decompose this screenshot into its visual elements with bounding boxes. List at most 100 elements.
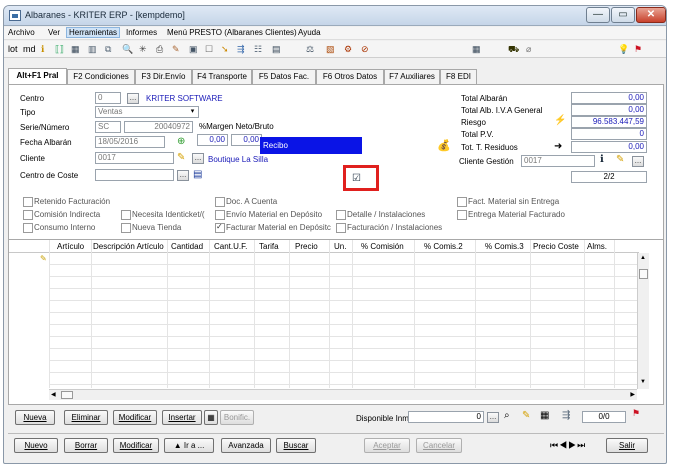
recibo-field[interactable]: Recibo [260, 137, 362, 154]
cancelar-button[interactable]: Cancelar [416, 438, 462, 453]
insertar-linea-button[interactable]: Insertar [162, 410, 202, 425]
asterisk-icon[interactable]: ✳ [139, 43, 147, 56]
salir-button[interactable]: Salir [606, 438, 648, 453]
tab-auxiliares[interactable]: F7 Auxiliares [384, 69, 440, 84]
col-alms[interactable]: Alms. [587, 241, 607, 252]
print-icon[interactable]: ⎙ [156, 43, 163, 56]
horizontal-scrollbar[interactable]: ◀ ▶ [49, 389, 637, 400]
check-facturacion-instalaciones[interactable]: Facturación / Instalaciones [336, 222, 442, 233]
col-precio-coste[interactable]: Precio Coste [533, 241, 579, 252]
scroll-up-icon[interactable]: ▲ [640, 255, 646, 261]
buscar-button[interactable]: Buscar [276, 438, 316, 453]
chevron-down-icon[interactable]: ▾ [187, 107, 198, 118]
tab-condiciones[interactable]: F2 Condiciones [67, 69, 135, 84]
menu-ayuda[interactable]: Ayuda [298, 28, 321, 37]
col-cantidad[interactable]: Cantidad [171, 241, 203, 252]
check-comision-indirecta[interactable]: Comisión Indirecta [23, 209, 100, 220]
calendar-icon[interactable]: ▤ [193, 169, 202, 180]
add-icon[interactable]: ⊕ [177, 136, 185, 147]
menu-archivo[interactable]: Archivo [8, 28, 35, 37]
bonific-icon[interactable]: ▦ [204, 410, 218, 425]
toolbar-lot[interactable]: lot [8, 43, 18, 56]
menu-herramientas[interactable]: Herramientas [66, 27, 121, 38]
maximize-button[interactable]: ▭ [611, 7, 635, 23]
check-envio-deposito[interactable]: Envío Material en Depósito [215, 209, 322, 220]
scale-icon[interactable]: ⚖ [306, 43, 314, 56]
minimize-button[interactable]: — [586, 7, 610, 23]
numero-field[interactable]: 20040972 [124, 121, 193, 133]
tab-datos-fac[interactable]: F5 Datos Fac. [252, 69, 316, 84]
col-comision[interactable]: % Comisión [361, 241, 404, 252]
tab-principal[interactable]: Alt+F1 Pral [8, 68, 67, 84]
arrow-icon[interactable]: ➘ [221, 43, 229, 56]
grid-icon[interactable]: ▦ [71, 43, 80, 56]
car-icon[interactable]: ⛟ [508, 43, 519, 56]
centro-coste-lookup-button[interactable]: … [177, 170, 189, 181]
chart-icon[interactable]: ▥ [88, 43, 97, 56]
margen-bruto-field[interactable]: 0,00 [231, 134, 262, 146]
nuevo-button[interactable]: Nuevo [14, 438, 58, 453]
close-button[interactable]: ✕ [636, 7, 666, 23]
centro-coste-field[interactable] [95, 169, 174, 181]
col-tarifa[interactable]: Tarifa [259, 241, 279, 252]
lightbulb-icon[interactable]: 💡 [618, 43, 629, 56]
tab-transporte[interactable]: F4 Transporte [192, 69, 252, 84]
check-nueva-tienda[interactable]: Nueva Tienda [121, 222, 181, 233]
modificar-button[interactable]: Modificar [113, 438, 159, 453]
check-entrega-facturado[interactable]: Entrega Material Facturado [457, 209, 565, 220]
table-icon[interactable]: ☷ [254, 43, 262, 56]
serie-field[interactable]: SC [95, 121, 121, 133]
menu-informes[interactable]: Informes [126, 28, 157, 37]
col-comis2[interactable]: % Comis.2 [424, 241, 463, 252]
report-icon[interactable]: ▦ [472, 43, 481, 56]
exit-icon[interactable]: ⚑ [634, 43, 642, 56]
settings-icon[interactable]: ⚙ [344, 43, 352, 56]
tab-edi[interactable]: F8 EDI [440, 69, 477, 84]
scroll-right-icon[interactable]: ▶ [630, 391, 635, 398]
col-cant-uf[interactable]: Cant.U.F. [214, 241, 247, 252]
scroll-thumb[interactable] [639, 269, 648, 279]
search-client-icon[interactable]: ✎ [177, 152, 185, 163]
record-navigation-icon[interactable]: ⏮◀▶⏭ [550, 440, 586, 451]
arrow-right-icon[interactable]: ➜ [554, 141, 562, 152]
merge-icon[interactable]: ⇶ [237, 43, 245, 56]
avanzada-button[interactable]: Avanzada [221, 438, 271, 453]
wand-icon[interactable]: ✎ [172, 43, 180, 56]
bonific-button[interactable]: Bonific. [220, 410, 254, 425]
check-facturar-deposito[interactable]: Facturar Material en Depósitc [215, 221, 331, 233]
first-record-icon[interactable]: ⟦⟧ [55, 43, 64, 56]
check-doc-a-cuenta[interactable]: Doc. A Cuenta [215, 196, 277, 207]
lightning-icon[interactable]: ⚡ [554, 115, 566, 126]
check-detalle-instalaciones[interactable]: Detalle / Instalaciones [336, 209, 425, 220]
aceptar-button[interactable]: Aceptar [364, 438, 410, 453]
windows-flag-icon[interactable]: ⚑ [632, 408, 640, 419]
check-identicket[interactable]: Necesita Identicket/( [121, 209, 204, 220]
cliente-gestion-lookup-button[interactable]: … [632, 156, 644, 167]
document-check-icon[interactable]: ☑ [352, 173, 361, 184]
col-articulo[interactable]: Artículo [57, 241, 84, 252]
toolbar-md[interactable]: md [23, 43, 36, 56]
col-un[interactable]: Un. [334, 241, 346, 252]
vertical-scrollbar[interactable]: ▲ ▼ [637, 253, 649, 389]
menu-ver[interactable]: Ver [48, 28, 60, 37]
checkbox-icon[interactable]: ☐ [205, 43, 213, 56]
check-consumo-interno[interactable]: Consumo Interno [23, 222, 95, 233]
edit-line-icon[interactable]: ✎ [522, 410, 530, 421]
check-retenido[interactable]: Retenido Facturación [23, 196, 110, 207]
binoculars-icon[interactable]: ⌕ [504, 410, 510, 421]
cliente-lookup-button[interactable]: … [192, 153, 204, 164]
tipo-select[interactable]: Ventas [95, 106, 199, 118]
scroll-left-icon[interactable]: ◀ [51, 391, 56, 398]
calculator-icon[interactable]: ▦ [540, 410, 549, 421]
hscroll-thumb[interactable] [61, 391, 73, 399]
borrar-button[interactable]: Borrar [64, 438, 108, 453]
books-icon[interactable]: ▧ [326, 43, 335, 56]
money-bag-icon[interactable]: 💰 [437, 139, 451, 152]
margen-neto-field[interactable]: 0,00 [197, 134, 228, 146]
centro-lookup-button[interactable]: … [127, 93, 139, 104]
check-fact-sin-entrega[interactable]: Fact. Material sin Entrega [457, 196, 559, 207]
edit-icon[interactable]: ✎ [616, 154, 624, 165]
ir-a-button[interactable]: ▲ Ir a ... [164, 438, 214, 453]
sort-icon[interactable]: ⇶ [562, 410, 570, 421]
disponible-lookup-button[interactable]: … [487, 412, 499, 423]
